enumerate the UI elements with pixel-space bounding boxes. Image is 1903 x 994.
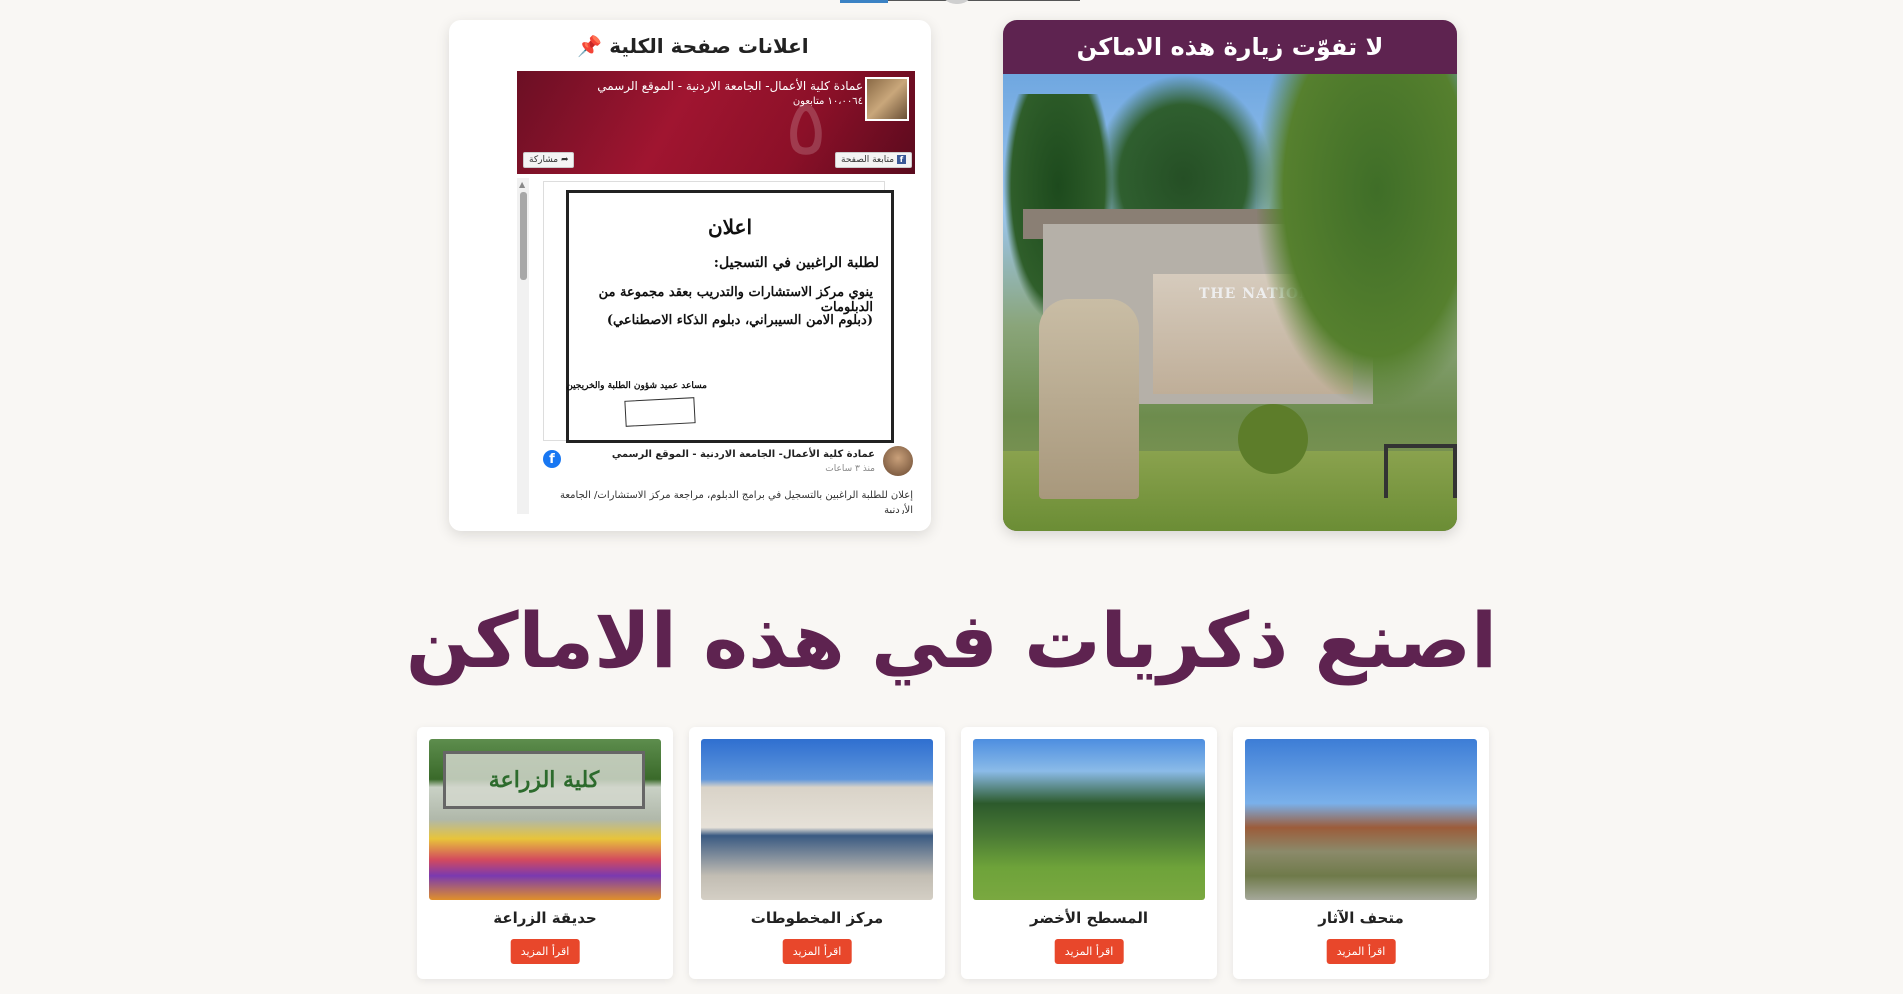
feed-scrollbar[interactable]: ▲ xyxy=(517,178,529,514)
fb-feed[interactable]: ▲ اعلان لطلبة الراغبين في التسجيل: ينوي … xyxy=(517,178,915,514)
fb-card-title-text: اعلانات صفحة الكلية xyxy=(609,34,809,58)
share-icon: ➦ xyxy=(560,155,569,165)
share-button[interactable]: ➦ مشاركة xyxy=(523,152,575,168)
announcement-title: اعلان xyxy=(707,215,753,239)
photo-tree-right xyxy=(1257,74,1457,404)
announcement-line-1: لطلبة الراغبين في التسجيل: xyxy=(713,255,879,271)
post-time[interactable]: منذ ٣ ساعات xyxy=(825,464,875,474)
scrollbar-thumb[interactable] xyxy=(520,192,527,280)
read-more-button[interactable]: اقرأ المزيد xyxy=(782,939,852,964)
read-more-button[interactable]: اقرأ المزيد xyxy=(1326,939,1396,964)
post-author[interactable]: عمادة كلية الأعمال- الجامعة الاردنية - ا… xyxy=(612,449,875,460)
place-card-green-area: المسطح الأخضر اقرأ المزيد xyxy=(961,727,1217,979)
dont-miss-title: لا تفوّت زيارة هذه الاماكن xyxy=(1076,33,1384,61)
pin-icon: 📌 xyxy=(577,34,603,58)
post-image[interactable]: اعلان لطلبة الراغبين في التسجيل: ينوي مر… xyxy=(543,181,894,443)
photo-stone-monument xyxy=(1039,299,1139,499)
follow-page-button[interactable]: fمتابعة الصفحة xyxy=(835,152,913,168)
place-card-museum: متحف الآثار اقرأ المزيد xyxy=(1233,727,1489,979)
announcement-line-3: (دبلوم الامن السيبراني، دبلوم الذكاء الا… xyxy=(606,313,873,328)
announcement-line-2: ينوي مركز الاستشارات والتدريب بعقد مجموع… xyxy=(598,285,873,315)
photo-bush xyxy=(1238,404,1308,474)
announcement-frame: اعلان لطلبة الراغبين في التسجيل: ينوي مر… xyxy=(566,190,894,443)
agriculture-sign: كلية الزراعة xyxy=(443,751,645,809)
fb-page-followers: ١٠،٠٠٦٤ متابعون xyxy=(792,96,863,107)
photo-bench xyxy=(1384,444,1457,498)
avatar[interactable] xyxy=(883,446,913,476)
read-more-button[interactable]: اقرأ المزيد xyxy=(1054,939,1124,964)
page-logo[interactable] xyxy=(865,77,909,121)
place-name: مركز المخطوطات xyxy=(750,909,884,927)
scroll-up-icon[interactable]: ▲ xyxy=(519,180,525,189)
place-image[interactable]: كلية الزراعة xyxy=(429,739,661,900)
facebook-logo-icon[interactable]: f xyxy=(543,450,561,468)
fb-announcements-card: اعلانات صفحة الكلية 📌 ٥ عمادة كلية الأعم… xyxy=(449,20,931,531)
facebook-icon: f xyxy=(897,155,907,164)
announcement-signature: مساعد عميد شؤون الطلبة والخريجين xyxy=(566,381,707,391)
fb-page-name[interactable]: عمادة كلية الأعمال- الجامعة الاردنية - ا… xyxy=(597,79,863,93)
place-image[interactable] xyxy=(973,739,1205,900)
place-card-manuscripts: مركز المخطوطات اقرأ المزيد xyxy=(689,727,945,979)
place-image[interactable] xyxy=(1245,739,1477,900)
post-meta: عمادة كلية الأعمال- الجامعة الاردنية - ا… xyxy=(543,446,913,482)
fb-card-title: اعلانات صفحة الكلية 📌 xyxy=(449,34,931,58)
stamp xyxy=(624,397,696,427)
section-heading: اصنع ذكريات في هذه الاماكن xyxy=(405,596,1498,685)
share-label: مشاركة xyxy=(529,155,559,165)
place-name: حديقة الزراعة xyxy=(493,909,597,927)
post-text: إعلان للطلبة الراغبين بالتسجيل في برامج … xyxy=(560,490,913,514)
heritage-photo: THE NATIONAL HERITAGE xyxy=(1003,74,1457,531)
dont-miss-card: لا تفوّت زيارة هذه الاماكن THE NATIONAL … xyxy=(1003,20,1457,531)
place-image[interactable] xyxy=(701,739,933,900)
top-decoration-bar xyxy=(840,0,888,3)
read-more-button[interactable]: اقرأ المزيد xyxy=(510,939,580,964)
place-name: متحف الآثار xyxy=(1318,909,1404,927)
top-decoration xyxy=(840,0,1080,4)
fb-page-cover[interactable]: ٥ عمادة كلية الأعمال- الجامعة الاردنية -… xyxy=(517,71,915,174)
place-card-agriculture: كلية الزراعة حديقة الزراعة اقرأ المزيد xyxy=(417,727,673,979)
top-decoration-line xyxy=(888,0,1080,1)
place-name: المسطح الأخضر xyxy=(1030,909,1148,927)
follow-page-label: متابعة الصفحة xyxy=(841,155,895,165)
